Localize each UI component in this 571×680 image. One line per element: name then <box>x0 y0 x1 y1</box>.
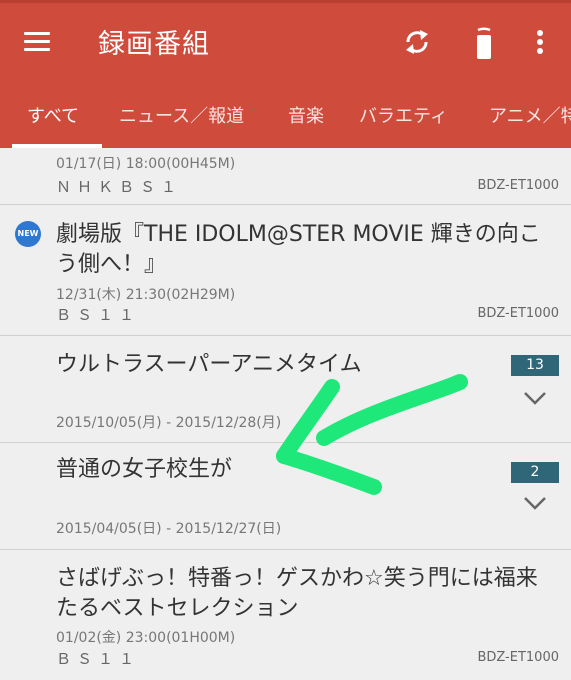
app-bar: 録画番組 すべて ニュース／報道 音楽 バラエティ アニメ／特 <box>0 0 571 148</box>
recording-date: 01/02(金) 23:00(01H00M) <box>56 630 236 646</box>
series-title: 普通の女子校生が <box>56 457 233 482</box>
series-date-range: 2015/04/05(日) - 2015/12/27(日) <box>56 521 282 537</box>
recording-channel: ＢＳ１１ <box>56 650 141 668</box>
list-item[interactable]: 普通の女子校生が 2015/04/05(日) - 2015/12/27(日) 2 <box>0 443 571 550</box>
remote-control-icon[interactable] <box>466 22 502 62</box>
recording-channel: ＢＳ１１ <box>56 306 141 324</box>
category-tabs: すべて ニュース／報道 音楽 バラエティ アニメ／特 <box>0 92 571 148</box>
series-date-range: 2015/10/05(月) - 2015/12/28(月) <box>56 415 282 431</box>
recording-device: BDZ-ET1000 <box>477 306 559 321</box>
tab-news[interactable]: ニュース／報道 <box>119 102 244 128</box>
tab-anime[interactable]: アニメ／特 <box>489 102 571 128</box>
menu-icon[interactable] <box>22 28 54 54</box>
recording-title: さばげぶっ！特番っ！ゲスかわ☆笑う門には福来たるベストセレクション <box>56 566 538 621</box>
list-item[interactable]: 01/17(日) 18:00(00H45M) ＮＨＫＢＳ１ BDZ-ET1000 <box>0 148 571 205</box>
recording-channel: ＮＨＫＢＳ１ <box>56 178 183 196</box>
recording-date: 12/31(木) 21:30(02H29M) <box>56 287 236 303</box>
recordings-list[interactable]: 01/17(日) 18:00(00H45M) ＮＨＫＢＳ１ BDZ-ET1000… <box>0 148 571 680</box>
recording-device: BDZ-ET1000 <box>477 178 559 193</box>
episode-count-badge: 13 <box>511 355 559 376</box>
more-vertical-icon[interactable] <box>522 22 558 62</box>
chevron-down-icon[interactable] <box>523 495 547 511</box>
status-strip <box>0 0 571 3</box>
list-item[interactable]: NEW 劇場版『THE IDOLM@STER MOVIE 輝きの向こう側へ！』 … <box>0 205 571 336</box>
tab-all[interactable]: すべて <box>27 102 79 128</box>
list-item[interactable]: ウルトラスーパーアニメタイム 2015/10/05(月) - 2015/12/2… <box>0 336 571 443</box>
recording-device: BDZ-ET1000 <box>477 650 559 665</box>
new-badge: NEW <box>15 221 41 247</box>
recording-date: 01/17(日) 18:00(00H45M) <box>56 156 236 172</box>
list-item[interactable]: さばげぶっ！特番っ！ゲスかわ☆笑う門には福来たるベストセレクション 01/02(… <box>0 550 571 680</box>
episode-count-badge: 2 <box>511 462 559 483</box>
chevron-down-icon[interactable] <box>523 390 547 406</box>
tab-variety[interactable]: バラエティ <box>359 102 448 128</box>
page-title: 録画番組 <box>98 29 210 60</box>
recording-title: 劇場版『THE IDOLM@STER MOVIE 輝きの向こう側へ！』 <box>56 222 541 277</box>
series-title: ウルトラスーパーアニメタイム <box>56 352 362 377</box>
tab-music[interactable]: 音楽 <box>288 102 324 128</box>
refresh-icon[interactable] <box>399 22 435 62</box>
